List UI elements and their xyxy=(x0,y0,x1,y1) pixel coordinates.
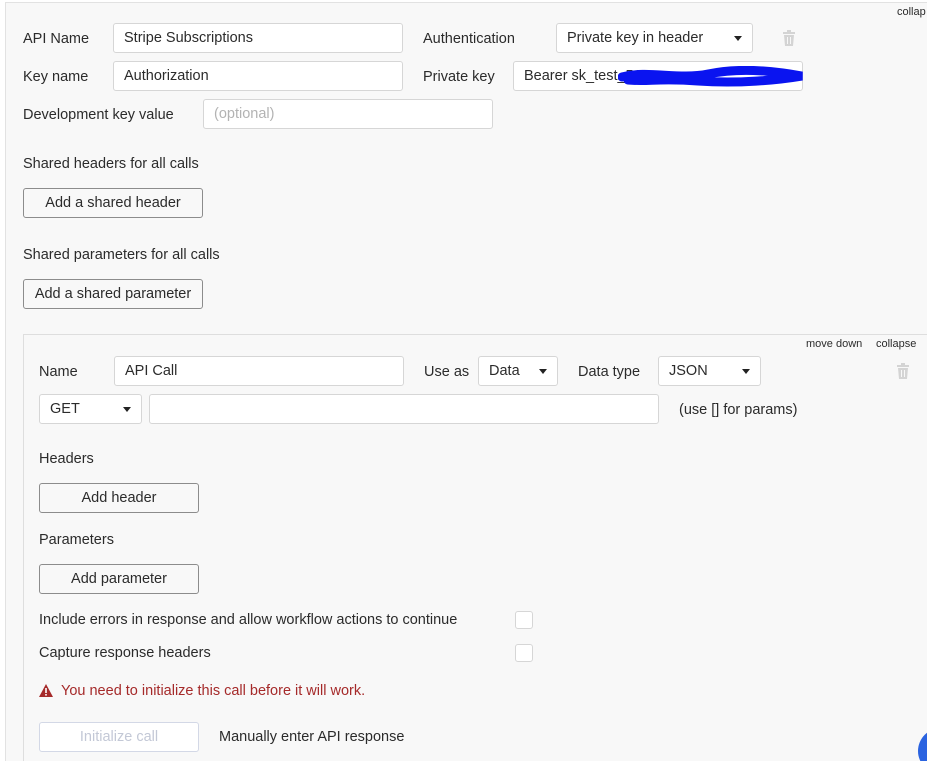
use-as-label: Use as xyxy=(424,364,470,380)
api-name-input[interactable]: Stripe Subscriptions xyxy=(113,23,403,53)
data-type-label: Data type xyxy=(578,364,641,380)
chevron-down-icon xyxy=(123,407,131,412)
use-as-select[interactable]: Data xyxy=(478,356,558,386)
call-name-label: Name xyxy=(39,364,78,380)
collapse-link[interactable]: collapse xyxy=(876,338,916,350)
parameters-title: Parameters xyxy=(39,532,114,548)
warning-icon xyxy=(39,684,53,697)
initialize-call-button[interactable]: Initialize call xyxy=(39,722,199,752)
authentication-label: Authentication xyxy=(423,31,515,47)
method-value: GET xyxy=(50,401,80,417)
chevron-down-icon xyxy=(539,369,547,374)
private-key-label: Private key xyxy=(423,69,495,85)
key-name-input[interactable]: Authorization xyxy=(113,61,403,91)
add-shared-header-button[interactable]: Add a shared header xyxy=(23,188,203,218)
include-errors-checkbox[interactable] xyxy=(515,611,533,629)
call-name-input[interactable]: API Call xyxy=(114,356,404,386)
move-down-link[interactable]: move down xyxy=(806,338,862,350)
data-type-value: JSON xyxy=(669,363,708,379)
chevron-down-icon xyxy=(742,369,750,374)
capture-headers-label: Capture response headers xyxy=(39,645,211,661)
shared-params-title: Shared parameters for all calls xyxy=(23,247,220,263)
data-type-select[interactable]: JSON xyxy=(658,356,761,386)
dev-key-input[interactable]: (optional) xyxy=(203,99,493,129)
capture-headers-checkbox[interactable] xyxy=(515,644,533,662)
use-as-value: Data xyxy=(489,363,520,379)
authentication-select-value: Private key in header xyxy=(567,30,704,46)
authentication-select[interactable]: Private key in header xyxy=(556,23,753,53)
shared-headers-title: Shared headers for all calls xyxy=(23,156,199,172)
add-shared-parameter-button[interactable]: Add a shared parameter xyxy=(23,279,203,309)
add-header-button[interactable]: Add header xyxy=(39,483,199,513)
headers-title: Headers xyxy=(39,451,94,467)
key-name-label: Key name xyxy=(23,69,89,85)
trash-icon[interactable] xyxy=(782,30,796,46)
add-parameter-button[interactable]: Add parameter xyxy=(39,564,199,594)
manual-response-link[interactable]: Manually enter API response xyxy=(219,729,404,745)
initialize-warning: You need to initialize this call before … xyxy=(61,683,366,699)
api-name-label: API Name xyxy=(23,31,90,47)
redaction-scribble xyxy=(618,66,803,87)
trash-icon[interactable] xyxy=(896,363,910,379)
dev-key-label: Development key value xyxy=(23,107,174,123)
method-select[interactable]: GET xyxy=(39,394,142,424)
url-hint: (use [] for params) xyxy=(679,402,798,418)
collapse-link-top[interactable]: collap xyxy=(897,6,926,18)
chevron-down-icon xyxy=(734,36,742,41)
include-errors-label: Include errors in response and allow wor… xyxy=(39,612,458,628)
url-input[interactable] xyxy=(149,394,659,424)
